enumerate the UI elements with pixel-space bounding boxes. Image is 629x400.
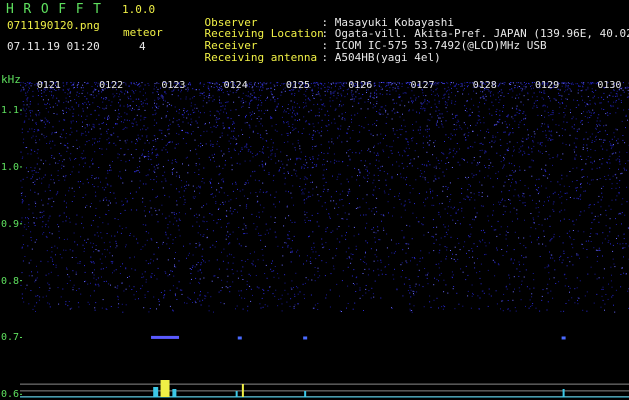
intensity-peak [153, 387, 159, 397]
y-tick-label: 1.0 [1, 161, 20, 173]
meteor-echo [561, 336, 566, 340]
x-tick-label: 0128 [472, 80, 497, 91]
meteor-echo [303, 336, 308, 340]
y-axis-label: kHz [1, 73, 21, 86]
intensity-peak [241, 384, 244, 397]
y-tick-label: 0.9 [1, 218, 20, 230]
hrofft-window: HROFFT 1.0.0 0711190120.png 07.11.19 01:… [0, 0, 629, 400]
x-tick-label: 0123 [161, 80, 186, 91]
x-tick-label: 0126 [348, 80, 373, 91]
observation-datetime: 07.11.19 01:20 [7, 40, 100, 53]
y-tick-label: 0.8 [1, 275, 20, 287]
info-row-antenna: Receiving antenna: A504HB(yagi 4el) [178, 41, 441, 74]
intensity-peak [235, 391, 238, 397]
intensity-peak [172, 389, 177, 397]
x-tick-label: 0122 [99, 80, 124, 91]
y-tick-label: 0.7 [1, 332, 20, 344]
file-name: 0711190120.png [7, 19, 100, 32]
y-tick-label: 0.6 [1, 389, 20, 400]
x-tick-label: 0129 [535, 80, 560, 91]
info-label: Receiving antenna [204, 51, 318, 64]
info-value: : A504HB(yagi 4el) [321, 51, 441, 64]
intensity-peak [304, 391, 307, 397]
x-tick-label: 0125 [285, 80, 311, 91]
x-tick-label: 0121 [36, 80, 61, 91]
meteor-count-label: meteor [123, 26, 163, 39]
y-tick-label: 1.1 [1, 105, 20, 117]
x-tick-label: 0127 [410, 80, 435, 91]
meteor-echo [151, 335, 180, 339]
app-title: HROFFT [6, 2, 111, 17]
x-tick-label: 0130 [597, 80, 622, 91]
intensity-peak [160, 380, 170, 397]
noise-field [20, 82, 629, 313]
intensity-peak [562, 389, 565, 397]
x-tick-label: 0124 [223, 80, 248, 91]
app-version: 1.0.0 [122, 3, 156, 16]
meteor-echo [237, 336, 242, 340]
meteor-count-value: 4 [139, 40, 146, 53]
